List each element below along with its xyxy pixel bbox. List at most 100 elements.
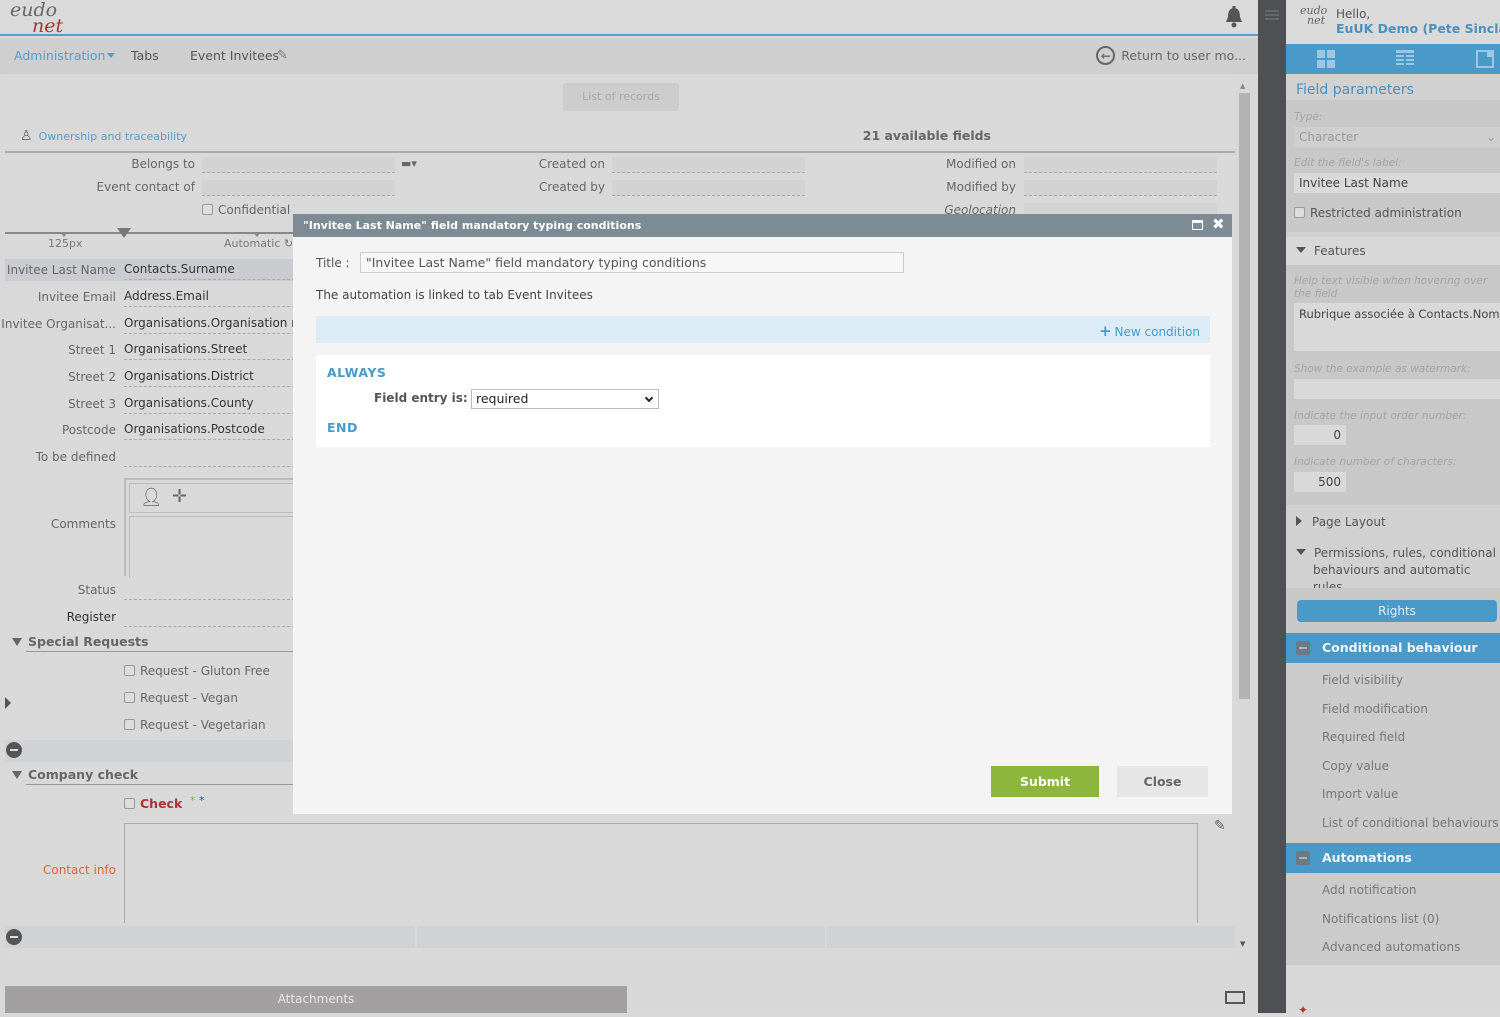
field-entry-select[interactable]: required [471, 389, 659, 409]
field-value[interactable]: Contacts.Surname [124, 260, 295, 280]
field-label[interactable]: To be defined [0, 450, 116, 464]
conditional-behaviour-item[interactable]: Import value [1322, 787, 1398, 801]
type-select[interactable]: Character ⌄ [1294, 127, 1500, 147]
created-on-field[interactable] [612, 157, 805, 173]
collapse-square-icon [1296, 641, 1310, 655]
help-text-textarea[interactable]: Rubrique associée à Contacts.Nom [1294, 303, 1500, 351]
scrollbar-thumb[interactable] [1239, 93, 1250, 699]
close-icon[interactable]: ✖ [1212, 215, 1225, 233]
comments-textarea[interactable] [129, 516, 297, 578]
bell-icon[interactable] [1224, 6, 1244, 28]
conditional-behaviour-header[interactable]: Conditional behaviour [1286, 633, 1500, 663]
special-requests-section[interactable]: Special Requests [12, 634, 148, 649]
register-field[interactable] [124, 607, 295, 627]
nav-event-invitees[interactable]: Event Invitees [190, 48, 279, 63]
features-toggle[interactable]: Features [1296, 244, 1366, 258]
company-check-section[interactable]: Company check [12, 767, 138, 782]
event-contact-of-field[interactable] [202, 180, 395, 196]
type-label: Type: [1294, 111, 1323, 123]
panel-footer [1286, 965, 1500, 1013]
field-label[interactable]: Street 3 [0, 397, 116, 411]
modified-by-field[interactable] [1024, 180, 1217, 196]
nav-tabs[interactable]: Tabs [131, 48, 159, 63]
field-label[interactable]: Street 1 [0, 343, 116, 357]
order-number-input[interactable]: 0 [1294, 425, 1346, 445]
close-button[interactable]: Close [1117, 766, 1208, 797]
conditional-behaviour-item[interactable]: Field visibility [1322, 673, 1403, 687]
label-edit-label: Edit the field's label: [1294, 157, 1402, 169]
move-icon[interactable]: ✛ [172, 486, 187, 507]
characters-input[interactable]: 500 [1294, 472, 1346, 492]
grid-icon[interactable] [1317, 50, 1335, 68]
comments-editor[interactable]: 👤︎ ✛ [124, 478, 297, 578]
field-label[interactable]: Invitee Organisat... [0, 317, 116, 331]
help-text-label: Help text visible when hovering over the… [1294, 275, 1488, 300]
field-label[interactable]: Street 2 [0, 370, 116, 384]
page-layout-toggle[interactable]: Page Layout [1296, 515, 1386, 529]
pencil-icon[interactable]: ✎ [277, 48, 288, 63]
return-to-user-mode-button[interactable]: ← Return to user mo... [1096, 46, 1246, 65]
request-gluten-free-checkbox[interactable]: Request - Gluton Free [124, 664, 270, 678]
field-label[interactable]: Invitee Last Name [0, 263, 116, 277]
confidential-checkbox[interactable]: Confidential [202, 203, 290, 217]
submit-button[interactable]: Submit [991, 766, 1099, 797]
remove-icon[interactable] [6, 742, 22, 758]
page-icon[interactable] [1476, 50, 1494, 68]
field-value[interactable]: Organisations.Organisation n [124, 314, 295, 334]
expand-arrow-icon[interactable] [5, 697, 11, 709]
field-label[interactable]: Invitee Email [0, 290, 116, 304]
automation-item[interactable]: Notifications list (0) [1322, 912, 1439, 926]
contact-info-field[interactable] [124, 823, 1198, 923]
ruler-handle[interactable] [117, 228, 131, 238]
expand-panel-icon[interactable] [1225, 991, 1245, 1004]
attachments-tab[interactable]: Attachments [5, 986, 627, 1013]
automations-header[interactable]: Automations [1286, 843, 1500, 873]
eudonet-logo[interactable]: eudo net [10, 1, 63, 36]
conditional-behaviour-item[interactable]: Copy value [1322, 759, 1389, 773]
request-vegan-checkbox[interactable]: Request - Vegan [124, 691, 238, 705]
field-value[interactable]: Organisations.District [124, 367, 295, 387]
remove-icon[interactable] [6, 929, 22, 945]
register-label: Register [66, 610, 116, 624]
automation-item[interactable]: Advanced automations [1322, 940, 1460, 954]
field-value[interactable]: Organisations.County [124, 394, 295, 414]
scroll-up-icon[interactable]: ▲ [1240, 82, 1245, 90]
conditional-behaviour-item[interactable]: Required field [1322, 730, 1405, 744]
created-by-field[interactable] [612, 180, 805, 196]
field-value[interactable]: Organisations.Postcode [124, 420, 295, 440]
menu-icon[interactable] [1265, 10, 1279, 20]
conditional-behaviour-item[interactable]: List of conditional behaviours [1322, 816, 1499, 830]
end-keyword: END [327, 420, 358, 435]
automation-item[interactable]: Add notification [1322, 883, 1417, 897]
field-label-input[interactable]: Invitee Last Name [1294, 173, 1500, 193]
field-value[interactable] [124, 447, 295, 467]
field-label[interactable]: Postcode [0, 423, 116, 437]
rights-button[interactable]: Rights [1297, 600, 1497, 622]
nav-administration[interactable]: Administration [14, 48, 105, 63]
user-name[interactable]: EuUK Demo (Pete Sincla... [1336, 21, 1500, 36]
list-of-records-button[interactable]: List of records [563, 83, 679, 111]
new-condition-button[interactable]: + New condition [1099, 322, 1200, 340]
restricted-admin-checkbox[interactable]: Restricted administration [1294, 206, 1462, 220]
conditional-behaviour-item[interactable]: Field modification [1322, 702, 1428, 716]
ownership-traceability-link[interactable]: ♙ Ownership and traceability [20, 128, 187, 144]
chevron-down-icon[interactable] [107, 53, 115, 58]
title-input[interactable]: "Invitee Last Name" field mandatory typi… [360, 252, 904, 273]
scroll-down-icon[interactable]: ▼ [1240, 940, 1245, 948]
ruler-automatic-label[interactable]: Automatic ↻ [224, 237, 293, 250]
fields-list-icon[interactable] [1396, 50, 1414, 68]
request-vegetarian-checkbox[interactable]: Request - Vegetarian [124, 718, 266, 732]
modified-on-field[interactable] [1024, 157, 1217, 173]
user-icon[interactable]: 👤︎ [140, 487, 163, 508]
watermark-input[interactable] [1294, 379, 1500, 399]
status-field[interactable] [124, 580, 295, 600]
footer-icon[interactable]: ✦ [1298, 1003, 1308, 1017]
field-value[interactable]: Address.Email [124, 287, 295, 307]
pencil-icon[interactable]: ✎ [1214, 818, 1226, 834]
belongs-to-field[interactable] [202, 157, 395, 173]
modified-by-label: Modified by [946, 180, 1016, 194]
maximize-icon[interactable] [1192, 220, 1203, 230]
check-checkbox[interactable]: Check [124, 796, 182, 811]
folder-icon[interactable]: ▬▾ [401, 157, 417, 170]
field-value[interactable]: Organisations.Street [124, 340, 295, 360]
